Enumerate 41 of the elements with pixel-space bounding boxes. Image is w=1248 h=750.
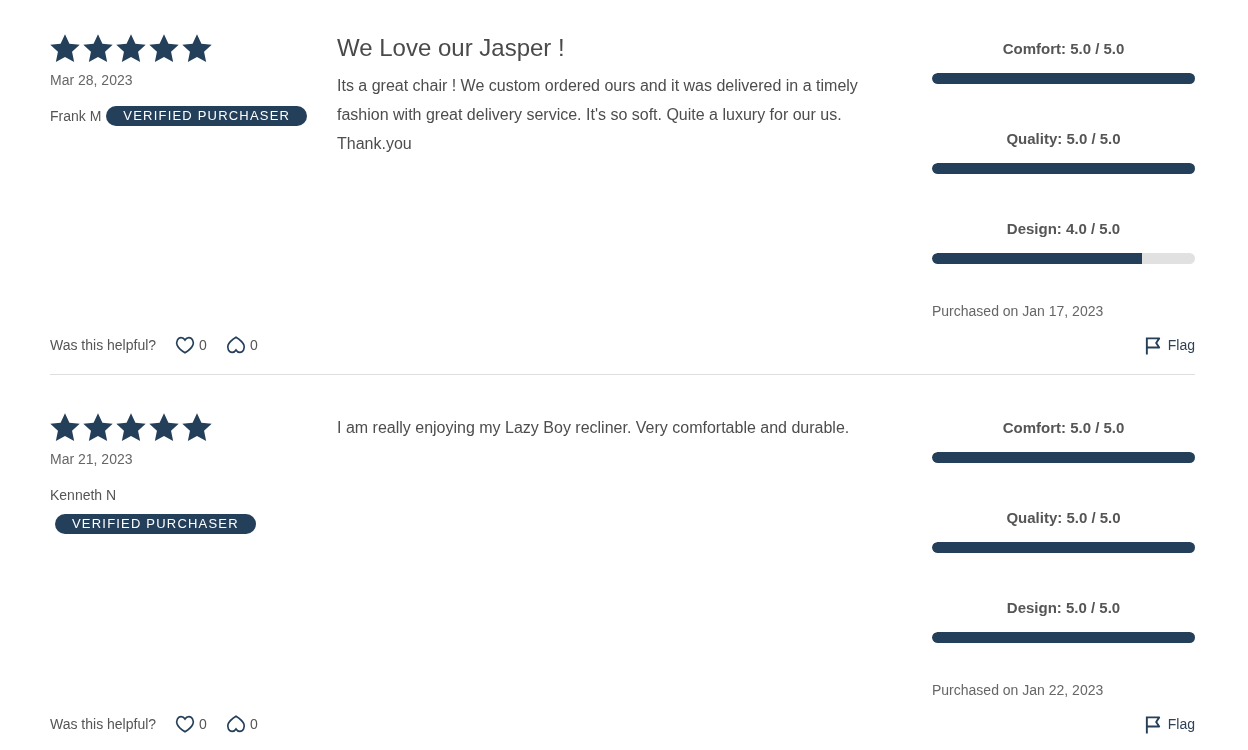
review-date: Mar 28, 2023 xyxy=(50,71,134,90)
helpful-prompt: Was this helpful? xyxy=(50,715,157,734)
purchase-date: Purchased on Jan 17, 2023 xyxy=(932,302,1105,321)
heart-icon xyxy=(175,715,196,733)
star-icon xyxy=(149,34,179,63)
verified-badge: VERIFIED PURCHASER xyxy=(106,106,308,126)
review-date: Mar 21, 2023 xyxy=(50,450,134,469)
author-name: Kenneth N xyxy=(50,486,117,505)
review-text: I am really enjoying my Lazy Boy recliner. Very comfortable and durable. xyxy=(337,418,851,438)
verified-badge: VERIFIED PURCHASER xyxy=(55,514,256,534)
rating-label: Design: 4.0 / 5.0 xyxy=(1005,219,1122,239)
upside-down-heart-icon xyxy=(225,715,246,733)
helpful-button[interactable]: 0 xyxy=(175,335,207,355)
star-icon xyxy=(182,34,212,63)
rating-label: Design: 5.0 / 5.0 xyxy=(1005,598,1122,618)
flag-icon xyxy=(1143,335,1163,355)
review-text: Its a great chair ! We custom ordered ours and it was delivered in a timely fashion with great delivery service. It's so soft. Quite a luxury for our us. Thank.you xyxy=(337,76,859,154)
flag-button[interactable]: Flag xyxy=(1143,335,1195,355)
not-helpful-button[interactable]: 0 xyxy=(225,714,258,734)
rating-label: Quality: 5.0 / 5.0 xyxy=(1005,129,1122,149)
star-icon xyxy=(116,34,146,63)
heart-icon xyxy=(175,336,196,354)
star-icon xyxy=(182,413,212,442)
star-icon xyxy=(83,34,113,63)
purchase-date: Purchased on Jan 22, 2023 xyxy=(932,681,1105,700)
helpful-prompt: Was this helpful? xyxy=(50,336,157,355)
review-title: We Love our Jasper ! xyxy=(337,34,566,62)
rating-label: Quality: 5.0 / 5.0 xyxy=(1005,508,1122,528)
star-icon xyxy=(50,34,80,63)
upside-down-heart-icon xyxy=(225,336,246,354)
helpful-button[interactable]: 0 xyxy=(175,714,207,734)
star-icon xyxy=(149,413,179,442)
rating-label: Comfort: 5.0 / 5.0 xyxy=(1001,418,1126,438)
star-icon xyxy=(116,413,146,442)
flag-icon xyxy=(1143,714,1163,734)
not-helpful-button[interactable]: 0 xyxy=(225,335,258,355)
author-name: Frank M xyxy=(50,107,102,126)
star-icon xyxy=(50,413,80,442)
star-icon xyxy=(83,413,113,442)
rating-label: Comfort: 5.0 / 5.0 xyxy=(1001,39,1126,59)
flag-button[interactable]: Flag xyxy=(1143,714,1195,734)
